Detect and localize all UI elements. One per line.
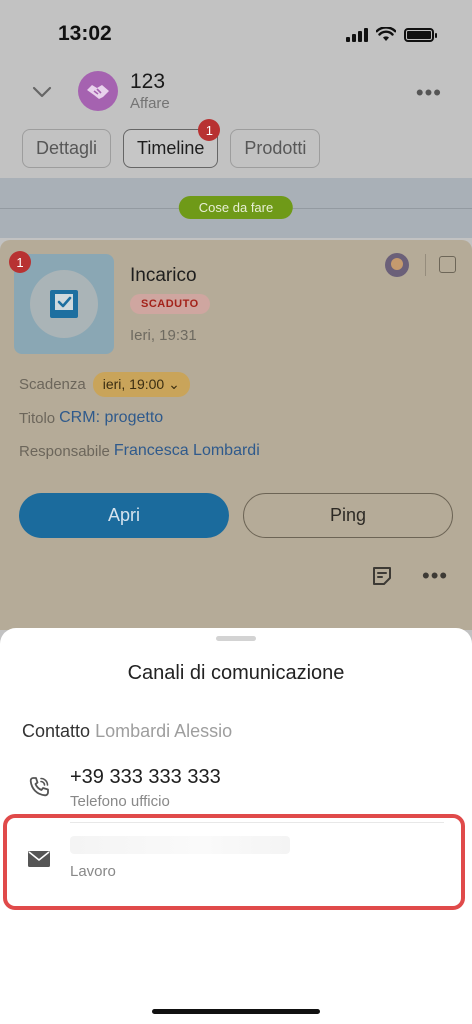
activity-card: 1 Incarico SCADUTO Ieri, 19:31 Scadenza … (0, 240, 472, 630)
contact-name: Lombardi Alessio (95, 721, 233, 741)
tab-label: Timeline (137, 138, 205, 158)
battery-icon (404, 27, 437, 42)
divider (425, 254, 426, 276)
deal-title: 123 (130, 70, 166, 93)
tab-label: Prodotti (244, 138, 307, 158)
task-icon-circle (30, 270, 98, 338)
home-indicator (152, 1009, 320, 1014)
highlight-outline (3, 814, 465, 910)
task-icon-box (14, 254, 114, 354)
responsible-link[interactable]: Francesca Lombardi (114, 442, 260, 460)
todo-section-pill: Cose da fare (178, 196, 294, 219)
status-time: 13:02 (58, 22, 112, 45)
tab-timeline[interactable]: Timeline 1 (123, 119, 221, 168)
status-bar: 13:02 (0, 0, 472, 68)
sheet-title: Canali di comunicazione (127, 662, 345, 684)
tab-badge: 1 (198, 119, 221, 141)
status-icons (346, 27, 437, 42)
contact-line: Contatto Lombardi Alessio (22, 721, 232, 742)
deadline-row: Scadenza ieri, 19:00 ⌄ (19, 372, 190, 397)
chevron-down-icon[interactable] (30, 80, 54, 104)
contact-label: Contatto (22, 721, 91, 741)
complete-checkbox[interactable] (439, 256, 456, 273)
deal-header: 123 Affare ••• (0, 68, 472, 124)
tab-prodotti[interactable]: Prodotti (230, 129, 321, 168)
ping-button[interactable]: Ping (243, 493, 453, 538)
overdue-badge: SCADUTO (130, 294, 210, 314)
responsible-row: Responsabile Francesca Lombardi (19, 442, 260, 460)
avatar[interactable] (385, 253, 409, 277)
activity-title: Incarico (130, 265, 197, 286)
phone-type: Telefono ufficio (70, 793, 170, 810)
title-link[interactable]: CRM: progetto (59, 409, 163, 427)
deal-handshake-icon (78, 71, 118, 111)
activity-timestamp: Ieri, 19:31 (130, 327, 197, 344)
deal-subtitle: Affare (130, 95, 170, 112)
activity-badge: 1 (9, 251, 31, 273)
communication-channels-sheet: Canali di comunicazione Contatto Lombard… (0, 628, 472, 1024)
title-row: Titolo CRM: progetto (19, 409, 163, 427)
deadline-label: Scadenza (19, 376, 86, 393)
timeline-divider: Cose da fare (0, 178, 472, 238)
tab-dettagli[interactable]: Dettagli (22, 129, 112, 168)
title-label: Titolo (19, 409, 56, 427)
wifi-icon (376, 27, 396, 41)
tab-label: Dettagli (36, 138, 98, 158)
card-more-icon[interactable]: ••• (422, 563, 448, 589)
note-icon[interactable] (371, 565, 393, 587)
tab-bar: Dettagli Timeline 1 Prodotti (22, 119, 321, 168)
phone-number[interactable]: +39 333 333 333 (70, 766, 221, 789)
deadline-value: ieri, 19:00 (102, 376, 165, 392)
task-check-icon (50, 290, 78, 318)
responsible-label: Responsabile (19, 442, 110, 460)
signal-icon (346, 27, 368, 42)
sheet-grabber[interactable] (216, 636, 256, 641)
deadline-picker[interactable]: ieri, 19:00 ⌄ (92, 372, 190, 397)
phone-icon (29, 777, 49, 797)
open-button[interactable]: Apri (19, 493, 229, 538)
more-options-icon[interactable]: ••• (416, 80, 442, 106)
